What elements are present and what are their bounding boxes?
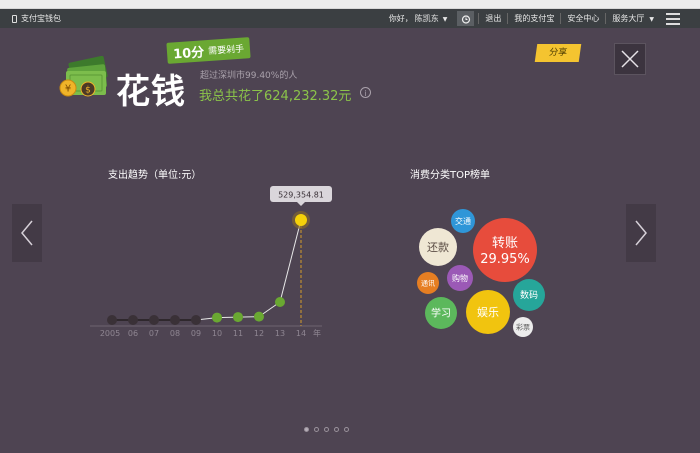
x-tick-label: 09 [191,329,201,338]
logout-link[interactable]: 退出 [479,13,507,24]
pager-dot[interactable] [314,427,319,432]
page-title: 花钱 [116,72,186,112]
chevron-left-icon [21,220,33,246]
prev-button[interactable] [12,204,42,262]
category-bubble[interactable] [451,209,475,233]
category-bubble[interactable] [466,290,510,334]
trend-point[interactable] [107,315,117,325]
category-label: 数码 [520,289,538,301]
trend-point[interactable] [128,315,138,325]
peak-tooltip-value: 529,354.81 [278,191,324,200]
category-label: 购物 [452,273,468,283]
user-menu[interactable]: 陈凯东 ▼ [413,13,454,24]
svg-text:$: $ [85,86,91,96]
greeting-label: 你好， [388,14,413,23]
category-bubble[interactable] [513,279,545,311]
category-share-value: 29.95% [480,252,530,267]
chevron-right-icon [635,220,647,246]
category-label: 通讯 [421,279,435,288]
category-label: 还款 [427,240,449,254]
trend-point[interactable] [233,312,243,323]
trend-point[interactable] [170,315,180,325]
brand-link[interactable]: 支付宝钱包 [12,9,61,28]
close-button[interactable] [614,43,646,75]
security-center-link[interactable]: 安全中心 [561,13,605,24]
service-hall-menu[interactable]: 服务大厅 ▼ [606,13,660,24]
x-axis-unit: 年 [313,328,321,338]
close-icon [621,50,639,68]
trend-chart: 2005 06 07 08 09 10 11 12 13 14 年 529,354.81 [90,186,332,338]
phone-icon [12,14,17,23]
category-label: 学习 [431,307,451,320]
caret-down-icon: ▼ [649,16,654,23]
next-button[interactable] [626,204,656,262]
service-hall-label: 服务大厅 [612,14,645,23]
x-tick-label: 2005 [100,329,120,338]
trend-point[interactable] [275,296,285,307]
info-icon[interactable]: i [360,87,371,98]
category-label: 彩票 [516,323,530,332]
svg-text:¥: ¥ [65,84,71,95]
score-badge: 10分 需要剁手 [166,37,251,64]
trend-point[interactable] [295,214,307,226]
trend-title: 支出趋势（单位:元） [108,170,202,181]
pager-dots [304,427,349,432]
alarm-clock-button[interactable] [457,11,475,26]
top-navbar: 支付宝钱包 你好， 陈凯东 ▼ 退出 我的支付宝 安全中心 服务大厅 ▼ [0,9,700,28]
score-value: 10分 [172,45,205,63]
pager-dot[interactable] [304,427,309,432]
category-bubble[interactable] [447,265,473,291]
score-text: 需要剁手 [207,44,245,58]
x-tick-label: 06 [128,329,138,338]
my-alipay-link[interactable]: 我的支付宝 [508,13,560,24]
category-bubble[interactable] [473,218,537,282]
category-label: 交通 [455,216,471,226]
trend-point[interactable] [212,312,222,323]
x-tick-label: 13 [275,329,285,338]
pager-dot[interactable] [334,427,339,432]
tooltip-pointer [297,202,305,206]
trend-point[interactable] [149,315,159,325]
total-spent: 我总共花了624,232.32元 [199,89,352,104]
category-bubble[interactable] [419,228,457,266]
alarm-clock-icon [461,14,470,24]
trend-point[interactable] [191,315,201,325]
pager-dot[interactable] [324,427,329,432]
x-tick-label: 11 [233,329,243,338]
money-icon: ¥ $ [59,56,108,97]
caret-down-icon: ▼ [442,16,448,23]
category-bubble[interactable] [417,272,439,294]
x-tick-label: 10 [212,329,222,338]
pager-dot[interactable] [344,427,349,432]
top-list-title: 消费分类TOP榜单 [410,170,491,181]
category-label: 娱乐 [477,305,499,319]
username-label: 陈凯东 [414,14,439,23]
browser-top-strip [0,0,700,9]
category-bubble[interactable] [425,297,457,329]
share-button[interactable]: 分享 [534,44,582,62]
brand-label: 支付宝钱包 [21,14,61,23]
ranking-subtitle: 超过深圳市99.40%的人 [200,71,298,81]
menu-icon[interactable] [666,12,680,25]
category-bubble[interactable] [513,317,533,337]
x-tick-label: 08 [170,329,180,338]
category-label: 转账 [492,236,518,251]
trend-line-segment [279,219,302,303]
trend-point[interactable] [254,311,264,322]
x-tick-label: 07 [149,329,159,338]
x-tick-label: 14 [296,329,306,338]
x-tick-label: 12 [254,329,264,338]
